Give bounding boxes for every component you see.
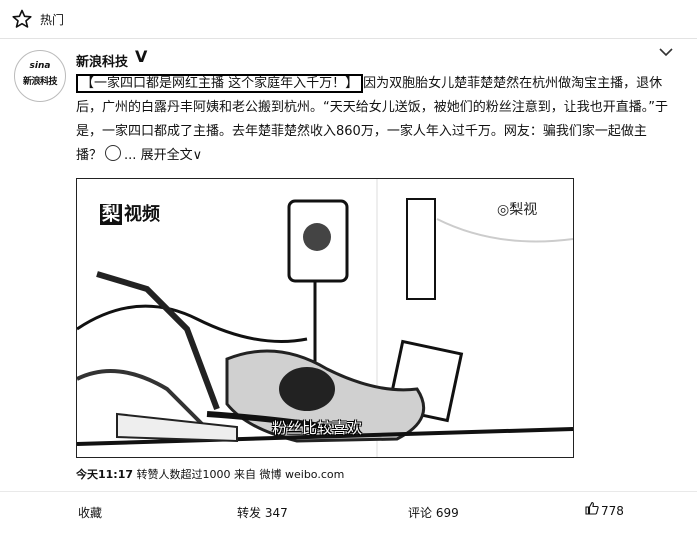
chevron-down-icon[interactable] [658,44,674,60]
post-headline: 【一家四口都是网红主播 这个家庭年入千万！】 [76,74,364,93]
video-player[interactable]: 梨视频 ◎梨视 粉丝比较喜欢 [76,178,574,458]
verified-badge: V [135,47,148,66]
avatar[interactable]: sina 新浪科技 [14,50,66,102]
top-bar: 热门 [0,0,697,38]
video-logo-right: ◎梨视 [497,202,538,218]
divider [0,38,697,39]
ellipsis: ... [124,148,137,163]
repost-button[interactable]: 转发 347 [237,504,288,521]
page-title: 热门 [40,13,65,27]
author-name[interactable]: 新浪科技 [76,51,128,70]
comment-button[interactable]: 评论 699 [408,504,459,521]
star-icon[interactable] [12,9,32,29]
like-count[interactable]: 778 [601,504,624,518]
avatar-line-2: 新浪科技 [22,77,58,87]
expand-link[interactable]: 展开全文∨ [141,148,203,163]
post-meta: 今天11:17 转赞人数超过1000 来自 微博 weibo.com [76,466,344,482]
collect-button[interactable]: 收藏 [78,504,102,521]
post-time: 今天11:17 [76,468,134,481]
video-subtitle: 粉丝比较喜欢 [272,419,363,437]
logo-mark: 梨 [100,204,122,225]
thumbs-up-icon[interactable] [585,501,599,515]
action-bar: 收藏 转发 347 评论 699 778 [0,492,697,535]
avatar-line-1: sina [29,61,51,71]
emoji-icon [105,145,122,161]
video-logo-left: 梨视频 [98,200,162,226]
logo-text: 视频 [124,204,160,225]
post-info: 转赞人数超过1000 来自 微博 weibo.com [136,468,345,481]
post-text: 【一家四口都是网红主播 这个家庭年入千万！】 因为双胞胎女儿楚菲楚楚然在杭州做淘宝… [76,72,672,168]
